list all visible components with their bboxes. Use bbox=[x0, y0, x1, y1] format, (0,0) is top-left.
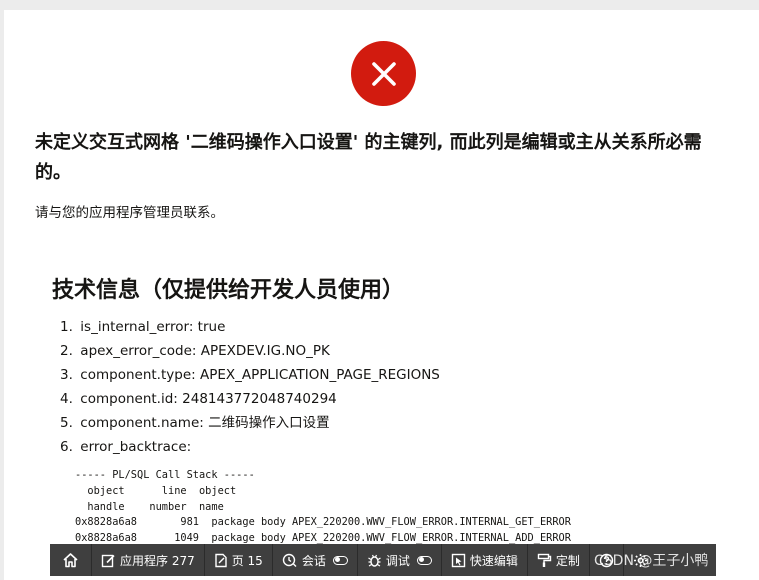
page-button[interactable]: 页 15 bbox=[205, 544, 273, 576]
home-button[interactable] bbox=[50, 544, 92, 576]
item-value: APEX_APPLICATION_PAGE_REGIONS bbox=[199, 367, 440, 383]
settings-button[interactable] bbox=[624, 544, 657, 576]
session-icon bbox=[282, 553, 297, 567]
item-key: component.name: bbox=[80, 415, 204, 431]
item-key: component.type: bbox=[80, 367, 196, 383]
page-icon bbox=[215, 553, 227, 567]
error-title: 未定义交互式网格 '二维码操作入口设置' 的主键列, 而此列是编辑或主从关系所必… bbox=[35, 132, 702, 183]
error-message: 请与您的应用程序管理员联系。 bbox=[35, 205, 224, 221]
help-button[interactable] bbox=[590, 544, 624, 576]
stack-line: object line object bbox=[75, 484, 237, 497]
stack-line: ----- PL/SQL Call Stack ----- bbox=[75, 469, 255, 481]
gear-icon bbox=[633, 553, 647, 567]
quick-edit-icon bbox=[451, 553, 466, 567]
item-value: 二维码操作入口设置 bbox=[208, 415, 330, 431]
item-key: component.id: bbox=[80, 391, 178, 407]
error-page: 未定义交互式网格 '二维码操作入口设置' 的主键列, 而此列是编辑或主从关系所必… bbox=[4, 10, 759, 580]
quick-edit-button[interactable]: 快速编辑 bbox=[442, 544, 528, 576]
list-item: 1. is_internal_error: true bbox=[60, 315, 440, 339]
call-stack: ----- PL/SQL Call Stack ----- object lin… bbox=[75, 468, 571, 547]
item-value: true bbox=[197, 319, 226, 335]
list-item: 2. apex_error_code: APEXDEV.IG.NO_PK bbox=[60, 339, 440, 363]
item-number: 1. bbox=[60, 319, 73, 335]
quick-edit-label: 快速编辑 bbox=[469, 553, 518, 568]
list-item: 4. component.id: 2481437720487402​94 bbox=[60, 387, 440, 411]
item-number: 2. bbox=[60, 343, 73, 359]
session-button[interactable]: 会话 bbox=[273, 544, 358, 576]
list-item: 3. component.type: APEX_APPLICATION_PAGE… bbox=[60, 363, 440, 387]
item-value: APEXDEV.IG.NO_PK bbox=[200, 343, 330, 359]
session-toggle-icon[interactable] bbox=[332, 555, 348, 565]
application-label: 应用程序 277 bbox=[120, 553, 195, 568]
session-label: 会话 bbox=[301, 553, 326, 568]
page-label: 页 15 bbox=[231, 553, 263, 568]
edit-icon bbox=[101, 554, 115, 567]
list-item: 6. error_backtrace: bbox=[60, 435, 440, 459]
technical-info-list: 1. is_internal_error: true 2. apex_error… bbox=[60, 315, 440, 459]
home-icon bbox=[63, 553, 78, 568]
error-icon bbox=[351, 41, 416, 106]
item-key: apex_error_code: bbox=[80, 343, 197, 359]
stack-line: 0x8828a6a8 981 package body APEX_220200.… bbox=[75, 516, 571, 529]
item-number: 5. bbox=[60, 415, 73, 431]
paint-roller-icon bbox=[537, 553, 552, 567]
debug-toggle-icon[interactable] bbox=[416, 555, 432, 565]
stack-line: handle number name bbox=[75, 500, 224, 513]
developer-toolbar: 应用程序 277 页 15 会话 调试 快速编辑 定制 bbox=[50, 544, 716, 576]
stack-line: 0x8828a6a8 1049 package body APEX_220200… bbox=[75, 532, 571, 545]
item-key: is_internal_error: bbox=[80, 319, 194, 335]
list-item: 5. component.name: 二维码操作入口设置 bbox=[60, 411, 440, 435]
debug-label: 调试 bbox=[385, 553, 410, 568]
item-number: 3. bbox=[60, 367, 73, 383]
help-icon bbox=[599, 553, 614, 567]
item-value: 2481437720487402​94 bbox=[182, 391, 337, 407]
item-key: error_backtrace: bbox=[80, 439, 192, 455]
debug-button[interactable]: 调试 bbox=[358, 544, 442, 576]
technical-info-heading: 技术信息（仅提供给开发人员使用） bbox=[52, 278, 405, 303]
customize-label: 定制 bbox=[555, 553, 580, 568]
item-number: 6. bbox=[60, 439, 73, 455]
debug-icon bbox=[368, 554, 381, 567]
customize-button[interactable]: 定制 bbox=[528, 544, 590, 576]
application-button[interactable]: 应用程序 277 bbox=[92, 544, 205, 576]
item-number: 4. bbox=[60, 391, 73, 407]
